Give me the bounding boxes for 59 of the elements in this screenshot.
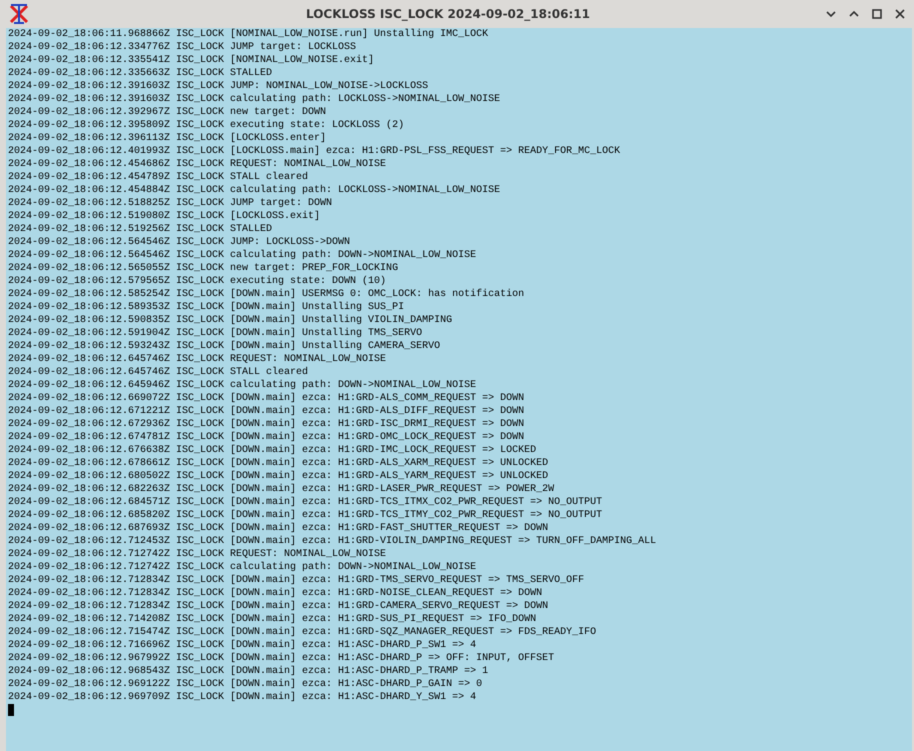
log-line: 2024-09-02_18:06:12.579565Z ISC_LOCK executing state: DOWN (10) (8, 275, 388, 288)
log-line: 2024-09-02_18:06:12.564546Z ISC_LOCK JUMP: LOCKLOSS->DOWN (8, 236, 352, 249)
log-line: 2024-09-02_18:06:12.678661Z ISC_LOCK [DOWN.main] ezca: H1:GRD-ALS_XARM_REQUEST => UNLOCKED (8, 457, 550, 470)
log-line: 2024-09-02_18:06:12.335541Z ISC_LOCK [NOMINAL_LOW_NOISE.exit] (8, 54, 376, 67)
log-line: 2024-09-02_18:06:12.591904Z ISC_LOCK [DOWN.main] Unstalling TMS_SERVO (8, 327, 424, 340)
log-line: 2024-09-02_18:06:12.682263Z ISC_LOCK [DOWN.main] ezca: H1:GRD-LASER_PWR_REQUEST => POWER_2W (8, 483, 556, 496)
log-line: 2024-09-02_18:06:12.685820Z ISC_LOCK [DOWN.main] ezca: H1:GRD-TCS_ITMY_CO2_PWR_REQUEST => NO_OUTPUT (8, 509, 604, 522)
log-line: 2024-09-02_18:06:12.968543Z ISC_LOCK [DOWN.main] ezca: H1:ASC-DHARD_P_TRAMP => 1 (8, 665, 490, 678)
log-line: 2024-09-02_18:06:12.395809Z ISC_LOCK executing state: LOCKLOSS (2) (8, 119, 406, 132)
log-line: 2024-09-02_18:06:12.672936Z ISC_LOCK [DOWN.main] ezca: H1:GRD-ISC_DRMI_REQUEST => DOWN (8, 418, 526, 431)
close-icon[interactable] (895, 9, 905, 19)
log-line: 2024-09-02_18:06:12.969122Z ISC_LOCK [DOWN.main] ezca: H1:ASC-DHARD_P_GAIN => 0 (8, 678, 484, 691)
log-line: 2024-09-02_18:06:12.680502Z ISC_LOCK [DOWN.main] ezca: H1:GRD-ALS_YARM_REQUEST => UNLOCKED (8, 470, 550, 483)
log-line: 2024-09-02_18:06:12.585254Z ISC_LOCK [DOWN.main] USERMSG 0: OMC_LOCK: has notification (8, 288, 526, 301)
log-line: 2024-09-02_18:06:12.967992Z ISC_LOCK [DOWN.main] ezca: H1:ASC-DHARD_P => OFF: INPUT, OFFSET (8, 652, 556, 665)
log-line: 2024-09-02_18:06:12.590835Z ISC_LOCK [DOWN.main] Unstalling VIOLIN_DAMPING (8, 314, 454, 327)
log-line: 2024-09-02_18:06:12.396113Z ISC_LOCK [LOCKLOSS.enter] (8, 132, 328, 145)
log-line: 2024-09-02_18:06:12.712834Z ISC_LOCK [DOWN.main] ezca: H1:GRD-CAMERA_SERVO_REQUEST => DOWN (8, 600, 550, 613)
log-line: 2024-09-02_18:06:12.593243Z ISC_LOCK [DOWN.main] Unstalling CAMERA_SERVO (8, 340, 442, 353)
log-line: 2024-09-02_18:06:12.712742Z ISC_LOCK calculating path: DOWN->NOMINAL_LOW_NOISE (8, 561, 478, 574)
log-line: 2024-09-02_18:06:12.676638Z ISC_LOCK [DOWN.main] ezca: H1:GRD-IMC_LOCK_REQUEST => LOCKED (8, 444, 538, 457)
log-line: 2024-09-02_18:06:12.645746Z ISC_LOCK REQUEST: NOMINAL_LOW_NOISE (8, 353, 388, 366)
log-line: 2024-09-02_18:06:12.645946Z ISC_LOCK calculating path: DOWN->NOMINAL_LOW_NOISE (8, 379, 478, 392)
log-line: 2024-09-02_18:06:11.968866Z ISC_LOCK [NOMINAL_LOW_NOISE.run] Unstalling IMC_LOCK (8, 28, 490, 41)
log-line: 2024-09-02_18:06:12.564546Z ISC_LOCK calculating path: DOWN->NOMINAL_LOW_NOISE (8, 249, 478, 262)
log-line: 2024-09-02_18:06:12.716696Z ISC_LOCK [DOWN.main] ezca: H1:ASC-DHARD_P_SW1 => 4 (8, 639, 478, 652)
maximize-icon[interactable] (872, 9, 882, 19)
log-line: 2024-09-02_18:06:12.401993Z ISC_LOCK [LOCKLOSS.main] ezca: H1:GRD-PSL_FSS_REQUEST => READY_FOR_MC_LOCK (8, 145, 622, 158)
log-line: 2024-09-02_18:06:12.589353Z ISC_LOCK [DOWN.main] Unstalling SUS_PI (8, 301, 406, 314)
log-line: 2024-09-02_18:06:12.454884Z ISC_LOCK calculating path: LOCKLOSS->NOMINAL_LOW_NOISE (8, 184, 502, 197)
log-line: 2024-09-02_18:06:12.687693Z ISC_LOCK [DOWN.main] ezca: H1:GRD-FAST_SHUTTER_REQUEST => DOWN (8, 522, 550, 535)
log-line: 2024-09-02_18:06:12.712453Z ISC_LOCK [DOWN.main] ezca: H1:GRD-VIOLIN_DAMPING_REQUEST => TURN_OFF_DAMPING_ALL (8, 535, 658, 548)
log-line: 2024-09-02_18:06:12.565055Z ISC_LOCK new target: PREP_FOR_LOCKING (8, 262, 400, 275)
log-line: 2024-09-02_18:06:12.712742Z ISC_LOCK REQUEST: NOMINAL_LOW_NOISE (8, 548, 388, 561)
log-line: 2024-09-02_18:06:12.671221Z ISC_LOCK [DOWN.main] ezca: H1:GRD-ALS_DIFF_REQUEST => DOWN (8, 405, 526, 418)
log-line: 2024-09-02_18:06:12.454789Z ISC_LOCK STALL cleared (8, 171, 310, 184)
app-logo-icon (8, 3, 30, 25)
window-title: LOCKLOSS ISC_LOCK 2024-09-02_18:06:11 (305, 7, 591, 21)
log-line: 2024-09-02_18:06:12.518825Z ISC_LOCK JUMP target: DOWN (8, 197, 334, 210)
log-line: 2024-09-02_18:06:12.645746Z ISC_LOCK STALL cleared (8, 366, 310, 379)
log-line: 2024-09-02_18:06:12.391603Z ISC_LOCK JUMP: NOMINAL_LOW_NOISE->LOCKLOSS (8, 80, 430, 93)
terminal-area[interactable] (6, 28, 912, 751)
log-line: 2024-09-02_18:06:12.674781Z ISC_LOCK [DOWN.main] ezca: H1:GRD-OMC_LOCK_REQUEST => DOWN (8, 431, 526, 444)
log-line: 2024-09-02_18:06:12.392967Z ISC_LOCK new target: DOWN (8, 106, 328, 119)
log-line: 2024-09-02_18:06:12.715474Z ISC_LOCK [DOWN.main] ezca: H1:GRD-SQZ_MANAGER_REQUEST => FDS_READY_IFO (8, 626, 598, 639)
log-line: 2024-09-02_18:06:12.335663Z ISC_LOCK STALLED (8, 67, 274, 80)
log-line: 2024-09-02_18:06:12.684571Z ISC_LOCK [DOWN.main] ezca: H1:GRD-TCS_ITMX_CO2_PWR_REQUEST => NO_OUTPUT (8, 496, 604, 509)
log-line: 2024-09-02_18:06:12.969709Z ISC_LOCK [DOWN.main] ezca: H1:ASC-DHARD_Y_SW1 => 4 (8, 691, 478, 704)
log-line: 2024-09-02_18:06:12.519256Z ISC_LOCK STALLED (8, 223, 274, 236)
log-line: 2024-09-02_18:06:12.391603Z ISC_LOCK calculating path: LOCKLOSS->NOMINAL_LOW_NOISE (8, 93, 502, 106)
log-line: 2024-09-02_18:06:12.712834Z ISC_LOCK [DOWN.main] ezca: H1:GRD-NOISE_CLEAN_REQUEST => DOWN (8, 587, 544, 600)
text-cursor (8, 704, 14, 716)
log-line: 2024-09-02_18:06:12.714208Z ISC_LOCK [DOWN.main] ezca: H1:GRD-SUS_PI_REQUEST => IFO_DOWN (8, 613, 538, 626)
log-line: 2024-09-02_18:06:12.519080Z ISC_LOCK [LOCKLOSS.exit] (8, 210, 322, 223)
log-line: 2024-09-02_18:06:12.334776Z ISC_LOCK JUMP target: LOCKLOSS (8, 41, 358, 54)
log-line: 2024-09-02_18:06:12.669072Z ISC_LOCK [DOWN.main] ezca: H1:GRD-ALS_COMM_REQUEST => DOWN (8, 392, 526, 405)
log-line: 2024-09-02_18:06:12.712834Z ISC_LOCK [DOWN.main] ezca: H1:GRD-TMS_SERVO_REQUEST => TMS_SERVO_OFF (8, 574, 586, 587)
chevron-down-icon[interactable] (826, 9, 836, 19)
log-line: 2024-09-02_18:06:12.454686Z ISC_LOCK REQUEST: NOMINAL_LOW_NOISE (8, 158, 388, 171)
